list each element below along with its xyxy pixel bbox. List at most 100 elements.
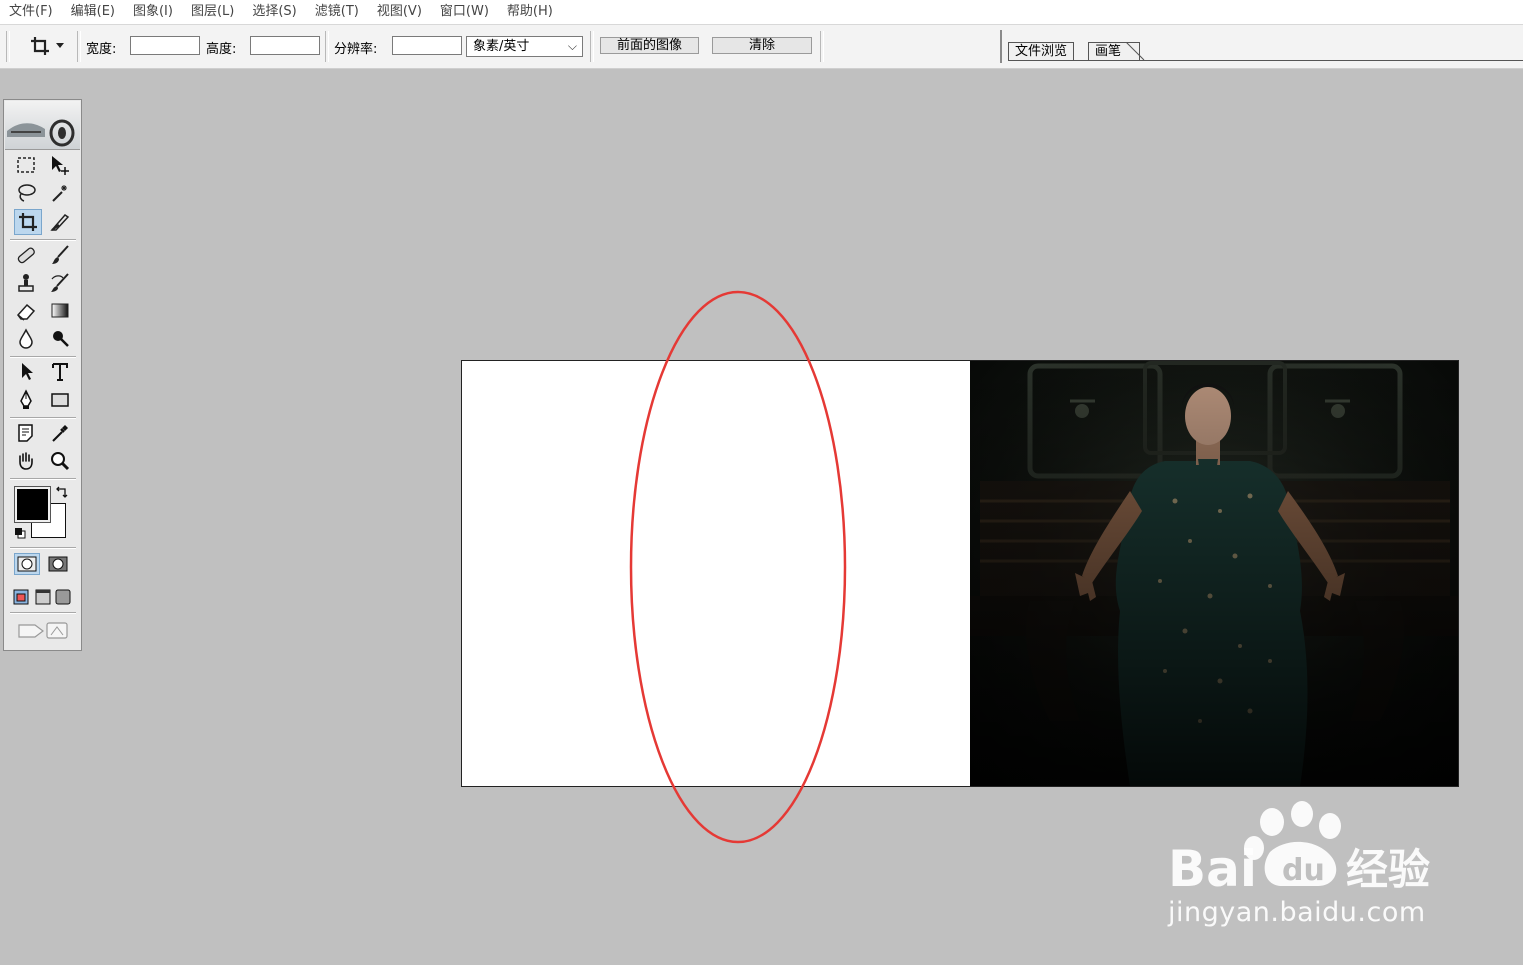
standard-mode-button[interactable] bbox=[14, 553, 40, 575]
eyedropper-icon bbox=[52, 425, 68, 442]
tab-corner-icon bbox=[1126, 42, 1145, 61]
palette-well: 文件浏览 画笔 bbox=[1000, 30, 1523, 63]
clone-stamp-tool[interactable] bbox=[12, 270, 40, 296]
menu-file[interactable]: 文件(F) bbox=[0, 0, 62, 24]
clone-stamp-icon bbox=[18, 274, 34, 292]
path-selection-tool[interactable] bbox=[12, 359, 40, 385]
options-bar: 宽度: 高度: 分辨率: 象素/英寸 ⌵ 前面的图像 清除 文件浏览 画笔 bbox=[0, 25, 1523, 69]
healing-brush-tool[interactable] bbox=[12, 242, 40, 268]
zoom-icon bbox=[51, 452, 70, 471]
move-tool[interactable] bbox=[46, 152, 74, 178]
notes-icon bbox=[18, 424, 33, 442]
clear-button[interactable]: 清除 bbox=[712, 37, 812, 54]
hand-tool[interactable] bbox=[12, 448, 40, 474]
resolution-unit-select[interactable]: 象素/英寸 ⌵ bbox=[466, 36, 583, 57]
quick-mask-button[interactable] bbox=[45, 553, 71, 575]
baidu-paw-logo: Bai du 经验 bbox=[1168, 801, 1430, 898]
photo-woman-in-qipao[interactable] bbox=[970, 361, 1458, 786]
tab-file-browser[interactable]: 文件浏览 bbox=[1008, 42, 1075, 61]
text-icon bbox=[52, 363, 68, 381]
eyedropper-tool[interactable] bbox=[46, 420, 74, 446]
screen-mode-full-menu[interactable] bbox=[33, 586, 53, 608]
tool-preset-picker[interactable] bbox=[24, 33, 70, 59]
toolbox-divider bbox=[10, 547, 76, 549]
toolbox-divider bbox=[10, 239, 76, 241]
menu-bar: 文件(F) 编辑(E) 图象(I) 图层(L) 选择(S) 滤镜(T) 视图(V… bbox=[0, 0, 1523, 25]
screen-mode-full-menu-icon bbox=[35, 589, 51, 605]
adobe-logo-icon bbox=[7, 119, 75, 147]
rectangle-tool[interactable] bbox=[46, 387, 74, 413]
quick-mask-icon bbox=[48, 556, 68, 572]
marquee-tool[interactable] bbox=[12, 152, 40, 178]
resolution-unit-value: 象素/英寸 bbox=[473, 39, 530, 54]
palette-well-baseline bbox=[1008, 60, 1523, 61]
text-tool[interactable] bbox=[46, 359, 74, 385]
resolution-input[interactable] bbox=[392, 36, 462, 55]
brush-tool[interactable] bbox=[46, 242, 74, 268]
slice-icon bbox=[50, 214, 70, 231]
default-colors-icon[interactable] bbox=[14, 527, 26, 539]
magic-wand-icon bbox=[52, 185, 67, 202]
chevron-down-icon: ⌵ bbox=[567, 39, 577, 53]
watermark-url: jingyan.baidu.com bbox=[1168, 897, 1426, 928]
foreground-color-swatch[interactable] bbox=[14, 486, 51, 523]
menu-edit[interactable]: 编辑(E) bbox=[62, 0, 124, 24]
toolbox-divider bbox=[10, 612, 76, 614]
height-input[interactable] bbox=[250, 36, 320, 55]
brush-icon bbox=[52, 245, 69, 264]
gradient-icon bbox=[51, 303, 69, 318]
menu-image[interactable]: 图象(I) bbox=[124, 0, 182, 24]
screen-mode-full[interactable] bbox=[53, 586, 73, 608]
zoom-tool[interactable] bbox=[46, 448, 74, 474]
menu-filter[interactable]: 滤镜(T) bbox=[306, 0, 368, 24]
menu-window[interactable]: 窗口(W) bbox=[431, 0, 498, 24]
baidu-jingyan-watermark: Bai du 经验 jingyan.baidu.com bbox=[1150, 800, 1460, 940]
menu-layer[interactable]: 图层(L) bbox=[182, 0, 243, 24]
blur-icon bbox=[19, 328, 33, 349]
hand-icon bbox=[19, 452, 33, 470]
lasso-tool[interactable] bbox=[12, 180, 40, 206]
pen-tool[interactable] bbox=[12, 387, 40, 413]
screen-mode-full-icon bbox=[55, 589, 71, 605]
jump-to-imageready-button[interactable] bbox=[14, 617, 74, 643]
width-label: 宽度: bbox=[86, 42, 117, 57]
document-canvas[interactable] bbox=[461, 360, 1459, 787]
crop-icon bbox=[19, 213, 37, 231]
toolbox-divider bbox=[10, 478, 76, 480]
toolbox-divider bbox=[10, 417, 76, 419]
options-divider bbox=[77, 31, 81, 62]
crop-icon bbox=[31, 37, 49, 55]
toolbox bbox=[3, 99, 82, 651]
magic-wand-tool[interactable] bbox=[46, 180, 74, 206]
history-brush-icon bbox=[51, 273, 69, 292]
height-label: 高度: bbox=[206, 42, 237, 57]
screen-mode-standard-icon bbox=[13, 589, 29, 605]
swap-colors-icon[interactable] bbox=[55, 485, 69, 499]
width-input[interactable] bbox=[130, 36, 200, 55]
gradient-tool[interactable] bbox=[46, 298, 74, 324]
menu-view[interactable]: 视图(V) bbox=[368, 0, 431, 24]
crop-tool[interactable] bbox=[14, 209, 42, 235]
slice-tool[interactable] bbox=[46, 209, 74, 235]
options-divider bbox=[590, 31, 594, 62]
menu-select[interactable]: 选择(S) bbox=[243, 0, 305, 24]
front-image-button[interactable]: 前面的图像 bbox=[600, 37, 699, 54]
resolution-label: 分辨率: bbox=[334, 42, 378, 57]
jump-to-imageready-icon bbox=[18, 622, 68, 639]
options-bar-grip[interactable] bbox=[6, 31, 10, 62]
healing-brush-icon bbox=[17, 247, 35, 264]
history-brush-tool[interactable] bbox=[46, 270, 74, 296]
toolbox-divider bbox=[10, 356, 76, 358]
blur-tool[interactable] bbox=[12, 326, 40, 352]
eraser-icon bbox=[17, 303, 36, 321]
eraser-tool[interactable] bbox=[12, 298, 40, 324]
screen-mode-standard[interactable] bbox=[11, 586, 31, 608]
dodge-icon bbox=[53, 331, 69, 347]
dodge-tool[interactable] bbox=[46, 326, 74, 352]
toolbox-header-logo[interactable] bbox=[5, 101, 80, 150]
blank-canvas-area[interactable] bbox=[462, 361, 970, 786]
standard-mode-icon bbox=[17, 556, 37, 572]
notes-tool[interactable] bbox=[12, 420, 40, 446]
photo-illustration bbox=[970, 361, 1458, 786]
menu-help[interactable]: 帮助(H) bbox=[498, 0, 562, 24]
